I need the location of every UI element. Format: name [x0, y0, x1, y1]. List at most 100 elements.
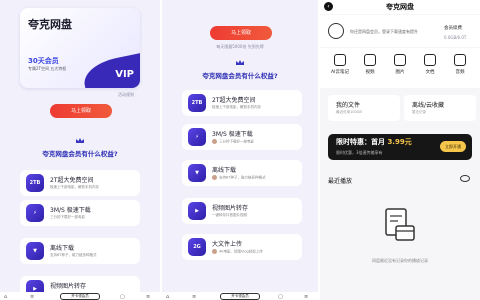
promo-price: 3.99元: [387, 138, 412, 146]
benefit-sub-text: 三分钟下载好一部电影: [219, 139, 254, 144]
benefit-title: 大文件上传: [212, 241, 243, 248]
avatar[interactable]: [328, 23, 344, 39]
claim-button[interactable]: 马上领取: [50, 104, 112, 118]
benefit-row[interactable]: ▼ 离线下载 支持BT种子，磁力链多种格式: [20, 238, 140, 264]
benefit-row[interactable]: ⚡ 3M/S 极速下载 三分钟下载好一部电影: [182, 124, 302, 150]
vip-card[interactable]: 夸克网盘 30天会员 专属2T空间 五大特权 VIP: [20, 8, 140, 88]
benefit-sub: 支持BT种子，磁力链多种格式: [212, 175, 266, 181]
header: ‹ 夸克网盘: [320, 0, 480, 14]
benefit-sub: 4K电影、绘图Vlog轻松上传: [212, 249, 263, 255]
empty-state-icon: [385, 208, 415, 241]
crown-icon: [236, 60, 244, 65]
user-sub: 你还是网盘会员，登录下载速度有提升: [350, 29, 418, 34]
tool-label: 视频: [365, 70, 375, 75]
storage-usage: 0.0GB/6.0T: [444, 35, 467, 40]
tool-label: 文档: [425, 70, 435, 75]
panel-promo-left: 夸克网盘 30天会员 专属2T空间 五大特权 VIP 活动规则 马上领取 夸克网…: [0, 0, 160, 300]
benefit-row[interactable]: 2TB 2T超大免费空间 极速上千部电影，解放手机内存: [182, 90, 302, 116]
benefit-title: 视频图片转存: [212, 205, 249, 212]
benefit-sub: 极速上千部电影，解放手机内存: [212, 105, 261, 109]
panel-promo-middle: 马上领取 每天限量5000份 先到先得 夸克网盘会员有什么权益? 2TB 2T超…: [162, 0, 318, 300]
tile-title: 我的文件: [336, 102, 361, 109]
bottom-bar: ⌂ ≡ 开卡领会员 ▢ ≡: [162, 292, 318, 300]
promo-sub: 限时优惠，3倍速传输享有: [336, 150, 383, 155]
ai-note-icon: [334, 54, 346, 66]
recent-title: 最近播放: [328, 178, 353, 185]
benefit-row[interactable]: ▶ 视频图片转存 一键转存抖音图片视频: [182, 198, 302, 224]
crown-icon: [76, 138, 84, 143]
promo-banner[interactable]: 限时特惠：首月 3.99元 限时优惠，3倍速传输享有 立即开通: [328, 134, 472, 160]
tab-icon[interactable]: ▢: [120, 294, 125, 300]
upload-icon: 2G: [188, 238, 206, 256]
tile-sub: 暂无记录: [412, 110, 426, 114]
vip-badge: VIP: [115, 69, 134, 80]
empty-state-text: 网盘最近没有记录你的播放记录: [372, 258, 428, 263]
menu-icon[interactable]: ≡: [146, 294, 150, 300]
benefit-row[interactable]: 2TB 2T超大免费空间 极速上千部电影，解放手机内存: [20, 170, 140, 196]
lightning-icon: ⚡: [26, 204, 44, 222]
open-card-button[interactable]: 开卡领会员: [220, 293, 260, 300]
list-icon[interactable]: ≡: [30, 294, 34, 300]
tool-label: 图片: [395, 70, 405, 75]
my-files-tile[interactable]: 我的文件 最近可用100GB: [328, 95, 400, 121]
benefit-title: 离线下载: [50, 245, 75, 252]
benefit-sub-text: 4K电影、绘图Vlog轻松上传: [219, 249, 263, 254]
tool-image[interactable]: 图片: [388, 54, 412, 75]
card-plan-sub: 专属2T空间 五大特权: [28, 66, 67, 71]
benefit-title: 2T超大免费空间: [212, 97, 256, 104]
promo-title-text: 限时特惠：首月: [336, 138, 385, 146]
home-icon[interactable]: ⌂: [166, 294, 169, 300]
avatar: [212, 175, 217, 180]
rules-link[interactable]: 活动规则: [118, 92, 134, 98]
download-icon: ▼: [188, 164, 206, 182]
tile-title: 离线/云收藏: [412, 102, 445, 109]
vip-renew-link[interactable]: 会员续费: [444, 25, 462, 31]
benefit-sub: 支持BT种子，磁力链多种格式: [50, 253, 97, 257]
video-icon: [364, 54, 376, 66]
benefit-row[interactable]: 2G 大文件上传 4K电影、绘图Vlog轻松上传: [182, 234, 302, 260]
offline-tile[interactable]: 离线/云收藏 暂无记录: [404, 95, 476, 121]
lightning-icon: ⚡: [188, 128, 206, 146]
panel-drive-home: ‹ 夸克网盘 你还是网盘会员，登录下载速度有提升 会员续费 0.0GB/6.0T…: [320, 0, 480, 300]
document-icon: [424, 54, 436, 66]
tool-grid: AI云笔记 视频 图片 文档 音频: [320, 48, 480, 88]
menu-icon[interactable]: ≡: [304, 294, 308, 300]
fine-print: 每天限量5000份 先到先得: [216, 44, 264, 49]
benefit-sub: 三分钟下载好一部电影: [50, 215, 85, 219]
tool-document[interactable]: 文档: [418, 54, 442, 75]
storage-icon: 2TB: [26, 174, 44, 192]
benefit-title: 3M/S 极速下载: [50, 207, 91, 214]
bottom-bar: ⌂ ≡ 开卡领会员 ▢ ≡: [0, 292, 160, 300]
tile-sub: 最近可用100GB: [336, 110, 362, 114]
user-row: 你还是网盘会员，登录下载速度有提升 会员续费 0.0GB/6.0T: [320, 15, 480, 47]
benefit-row[interactable]: ⚡ 3M/S 极速下载 三分钟下载好一部电影: [20, 200, 140, 226]
benefits-title: 夸克网盘会员有什么权益?: [42, 150, 118, 158]
storage-icon: 2TB: [188, 94, 206, 112]
promo-title: 限时特惠：首月 3.99元: [336, 137, 412, 147]
benefit-sub: 极速上千部电影，解放手机内存: [50, 185, 99, 189]
image-icon: [394, 54, 406, 66]
download-icon: ▼: [26, 242, 44, 260]
benefit-sub: 三分钟下载好一部电影: [212, 139, 254, 145]
video-icon: ▶: [188, 202, 206, 220]
avatar: [212, 139, 217, 144]
benefit-title: 3M/S 极速下载: [212, 131, 253, 138]
benefit-title: 视频图片转存: [50, 283, 87, 290]
card-plan: 30天会员: [28, 57, 59, 65]
open-card-button[interactable]: 开卡领会员: [60, 293, 100, 300]
avatar: [212, 249, 217, 254]
tool-label: 音频: [455, 70, 465, 75]
header-title: 夸克网盘: [386, 3, 414, 11]
tab-icon[interactable]: ▢: [278, 294, 283, 300]
tool-video[interactable]: 视频: [358, 54, 382, 75]
tool-audio[interactable]: 音频: [448, 54, 472, 75]
benefit-row[interactable]: ▼ 离线下载 支持BT种子，磁力链多种格式: [182, 160, 302, 186]
tool-ai-note[interactable]: AI云笔记: [328, 54, 352, 75]
tool-label: AI云笔记: [331, 70, 349, 75]
benefits-title: 夸克网盘会员有什么权益?: [202, 72, 278, 80]
home-icon[interactable]: ⌂: [4, 294, 7, 300]
list-icon[interactable]: ≡: [192, 294, 196, 300]
promo-button[interactable]: 立即开通: [440, 141, 466, 152]
claim-button[interactable]: 马上领取: [210, 26, 272, 40]
eye-icon[interactable]: [460, 175, 470, 182]
